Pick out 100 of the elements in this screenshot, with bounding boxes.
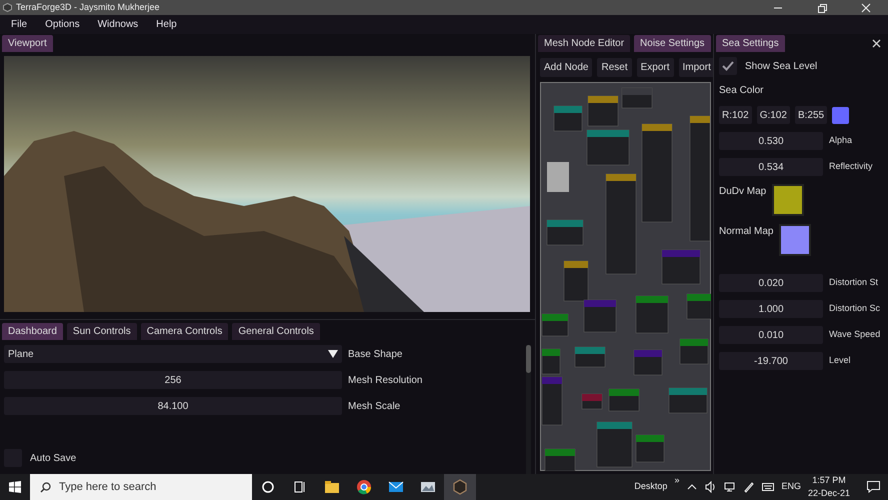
- color-channel-field[interactable]: G:102: [756, 106, 790, 124]
- color-channel-field[interactable]: B:255: [794, 106, 828, 124]
- color-channel-field[interactable]: R:102: [719, 106, 752, 124]
- hexagon-icon: [452, 479, 468, 495]
- field-label: Wave Speed: [829, 328, 880, 342]
- graph-node[interactable]: [686, 294, 711, 320]
- panel-tab[interactable]: Dashboard: [2, 323, 63, 340]
- graph-node[interactable]: [564, 260, 588, 302]
- checkbox[interactable]: [719, 57, 737, 75]
- menu-item[interactable]: Help: [156, 17, 177, 32]
- panel-tab[interactable]: Sun Controls: [66, 323, 137, 340]
- graph-node[interactable]: [544, 448, 576, 471]
- number-field[interactable]: 0.010: [719, 326, 823, 344]
- field-label: Base Shape: [348, 348, 404, 362]
- network-icon[interactable]: [724, 481, 736, 493]
- graph-node[interactable]: [596, 422, 632, 468]
- dropdown-arrow-icon: [328, 350, 338, 358]
- panel-tab[interactable]: Viewport: [2, 35, 53, 52]
- graph-node[interactable]: [680, 338, 708, 364]
- graph-node[interactable]: [554, 106, 582, 132]
- field-label: Alpha: [829, 134, 852, 148]
- graph-node[interactable]: [546, 220, 584, 246]
- checkmark-icon: [722, 61, 734, 71]
- graph-node[interactable]: [608, 388, 640, 412]
- graph-node[interactable]: [542, 348, 560, 374]
- menu-item[interactable]: Options: [45, 17, 80, 32]
- graph-node[interactable]: [574, 346, 606, 368]
- language-indicator[interactable]: ENG: [781, 480, 801, 494]
- graph-node[interactable]: [606, 174, 636, 274]
- graph-node[interactable]: [586, 130, 630, 166]
- graph-node[interactable]: [662, 250, 700, 284]
- browser-icon: [356, 479, 372, 495]
- circle-icon: [260, 479, 276, 495]
- field-label: Mesh Resolution: [348, 374, 424, 388]
- texture-thumbnail[interactable]: [772, 184, 804, 216]
- panel-tab[interactable]: General Controls: [232, 323, 320, 340]
- graph-node[interactable]: [636, 434, 664, 462]
- color-swatch[interactable]: [832, 106, 850, 124]
- field-label: Distortion Sc: [829, 302, 880, 316]
- overflow-chevron[interactable]: »: [674, 474, 680, 487]
- node-canvas[interactable]: [540, 82, 711, 471]
- graph-node[interactable]: [690, 116, 710, 242]
- window-title: TerraForge3D - Jaysmito Mukherjee: [16, 0, 160, 14]
- panel-tab[interactable]: Sea Settings: [716, 35, 785, 52]
- number-field[interactable]: 1.000: [719, 300, 823, 318]
- speaker-icon[interactable]: [705, 481, 718, 493]
- menu-item[interactable]: Widnows: [98, 17, 138, 32]
- field-label: Level: [829, 354, 851, 368]
- texture-thumbnail[interactable]: [779, 224, 812, 256]
- graph-node[interactable]: [668, 388, 708, 414]
- panel-tab[interactable]: Noise Settings: [634, 35, 711, 52]
- mail-icon: [388, 479, 404, 495]
- windows-start-icon[interactable]: [9, 481, 21, 493]
- checkbox-label: Auto Save: [30, 452, 76, 466]
- toolbar-button[interactable]: Export: [636, 58, 674, 77]
- toolbar-button[interactable]: Reset: [597, 58, 632, 77]
- number-field[interactable]: 0.530: [719, 132, 823, 150]
- graph-node[interactable]: [634, 350, 662, 376]
- restore-icon[interactable]: [816, 2, 828, 12]
- search-icon: [40, 482, 51, 492]
- search-placeholder: Type here to search: [59, 480, 156, 495]
- toolbar-button[interactable]: Import: [678, 58, 713, 77]
- scrollbar-thumb[interactable]: [526, 345, 531, 373]
- desktop-label[interactable]: Desktop: [634, 480, 668, 494]
- app-logo-icon: [3, 3, 12, 12]
- number-field[interactable]: 0.534: [719, 158, 823, 176]
- field-label: Reflectivity: [829, 160, 873, 174]
- preview-thumbnail: [547, 162, 569, 192]
- checkbox-label: Show Sea Level: [745, 60, 818, 74]
- graph-node[interactable]: [584, 300, 616, 332]
- graph-node[interactable]: [622, 88, 652, 108]
- scrollbar[interactable]: [526, 345, 531, 474]
- graph-node[interactable]: [542, 314, 568, 336]
- menu-item[interactable]: File: [11, 17, 28, 32]
- graph-node[interactable]: [582, 394, 602, 410]
- number-field[interactable]: 0.020: [719, 274, 823, 292]
- number-field[interactable]: 84.100: [4, 397, 342, 415]
- texture-label: Normal Map: [719, 225, 774, 239]
- photos-icon: [420, 479, 436, 495]
- field-label: Distortion St: [829, 276, 878, 290]
- graph-node[interactable]: [542, 376, 562, 426]
- dropdown-value: Plane: [8, 348, 34, 362]
- clock-time[interactable]: 1:57 PM: [812, 474, 846, 487]
- notification-icon[interactable]: [867, 481, 880, 493]
- graph-node[interactable]: [588, 96, 618, 126]
- panel-tab[interactable]: Camera Controls: [140, 323, 228, 340]
- graph-node[interactable]: [636, 296, 668, 334]
- number-field[interactable]: -19.700: [719, 352, 823, 370]
- shape-dropdown[interactable]: Plane: [4, 345, 342, 363]
- graph-node[interactable]: [642, 124, 672, 222]
- search-field[interactable]: Type here to search: [30, 474, 252, 500]
- number-field[interactable]: 256: [4, 371, 342, 389]
- folder-icon: [324, 479, 340, 495]
- section-label: Sea Color: [719, 84, 764, 98]
- keyboard-icon[interactable]: [762, 481, 774, 493]
- clock-date[interactable]: 22-Dec-21: [808, 487, 850, 500]
- pen-icon[interactable]: [743, 481, 756, 493]
- toolbar-button[interactable]: Add Node: [540, 58, 592, 77]
- panel-tab[interactable]: Mesh Node Editor: [538, 35, 630, 52]
- close-icon[interactable]: [871, 38, 882, 49]
